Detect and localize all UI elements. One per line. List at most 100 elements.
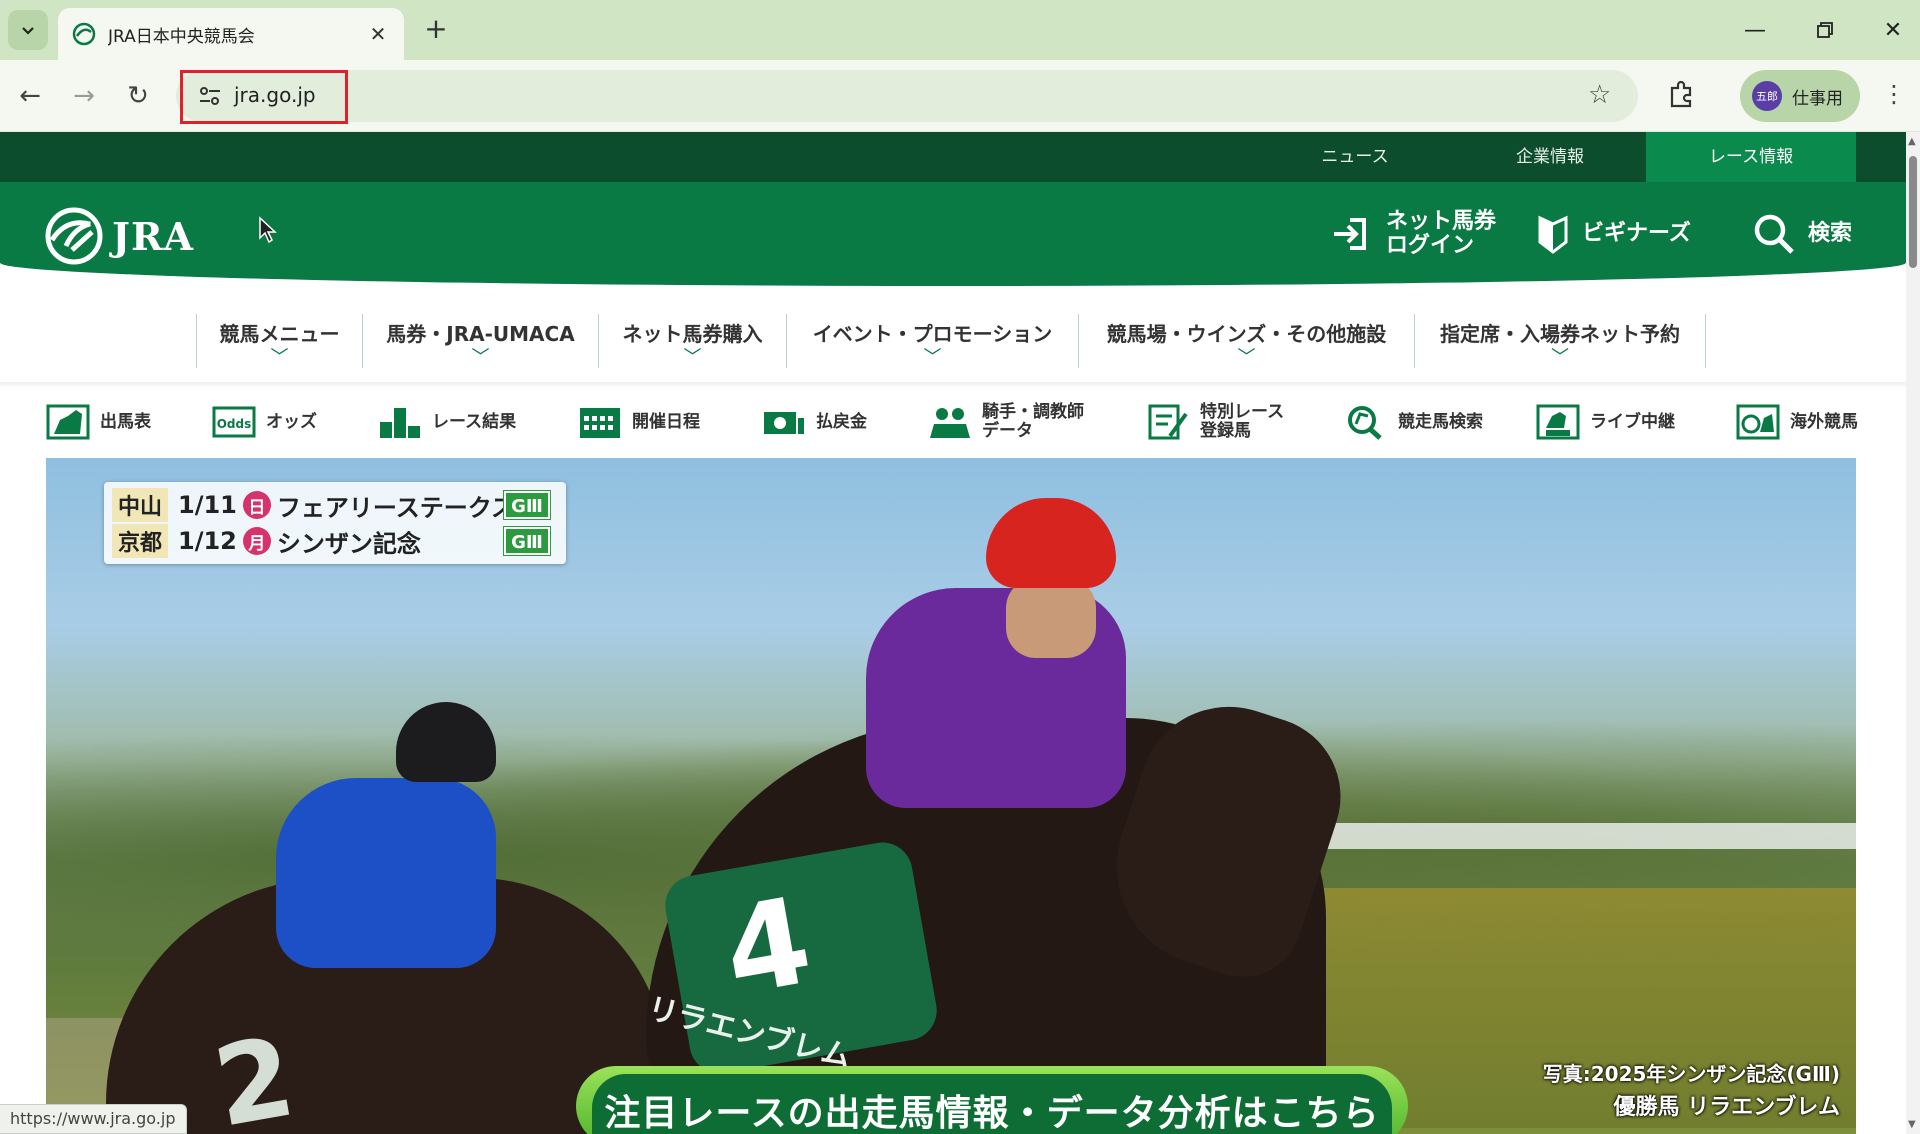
quick-nav-special-race[interactable]: 特別レース 登録馬 xyxy=(1146,400,1284,444)
logo-text: JRA xyxy=(112,213,195,259)
close-icon[interactable]: ✕ xyxy=(366,22,390,46)
login-label-line2: ログイン xyxy=(1386,233,1475,258)
special-race-icon xyxy=(1148,404,1188,440)
entries-icon xyxy=(46,404,90,440)
menu-icon[interactable]: ⋮ xyxy=(1882,80,1906,108)
web-page: ニュース 企業情報 レース情報 JRA ネット馬券 ログイン ビギナーズ 検索 … xyxy=(0,132,1906,1134)
plus-icon[interactable]: + xyxy=(420,14,452,46)
quick-nav-schedule[interactable]: 開催日程 xyxy=(578,400,700,444)
race-name: シンザン記念 xyxy=(276,529,421,558)
quick-nav-label: 海外競馬 xyxy=(1790,411,1858,432)
mega-menu-facilities[interactable]: 競馬場・ウインズ・その他施設 ﹀ xyxy=(1078,314,1414,368)
nav-race-info-link[interactable]: レース情報 xyxy=(1646,132,1856,182)
site-header: JRA ネット馬券 ログイン ビギナーズ 検索 xyxy=(0,182,1906,286)
jra-logo[interactable]: JRA xyxy=(44,206,194,266)
mega-menu-baken[interactable]: 馬券・JRA-UMACA ﹀ xyxy=(362,314,598,368)
chevron-down-icon: ﹀ xyxy=(683,347,702,368)
photo-caption: 写真:2025年シンザン記念(GⅢ) 優勝馬 リラエンブレム xyxy=(1543,1058,1840,1121)
chevron-down-icon: ﹀ xyxy=(1551,347,1569,368)
hero-background-rail xyxy=(1246,823,1856,849)
grade-badge: GⅢ xyxy=(503,526,551,556)
jra-logo-icon xyxy=(45,207,103,265)
quick-nav-results[interactable]: レース結果 xyxy=(378,400,516,444)
beginners-label: ビギナーズ xyxy=(1582,221,1691,246)
star-icon[interactable]: ☆ xyxy=(1588,80,1611,110)
profile-button[interactable]: 五郎 仕事用 xyxy=(1740,70,1860,122)
mega-menu-net-baken[interactable]: ネット馬券購入 ﹀ xyxy=(598,314,786,368)
mega-menu-reserve[interactable]: 指定席・入場券ネット予約 ﹀ xyxy=(1414,314,1706,368)
nav-news-link[interactable]: ニュース xyxy=(1300,132,1410,182)
scroll-down-icon[interactable]: ▼ xyxy=(1908,1119,1916,1130)
reload-icon[interactable]: ↻ xyxy=(120,78,156,114)
quick-nav-entries[interactable]: 出馬表 xyxy=(46,400,151,444)
quick-nav-label: 競走馬検索 xyxy=(1398,411,1483,432)
photo-caption-line2: 優勝馬 リラエンブレム xyxy=(1613,1095,1840,1120)
back-icon[interactable]: ← xyxy=(12,78,48,114)
beginners-button[interactable]: ビギナーズ xyxy=(1536,204,1691,264)
race-date: 1/12 xyxy=(178,527,237,555)
mega-menu-label: 競馬メニュー xyxy=(219,322,340,346)
race-day-badge: 月 xyxy=(242,527,271,555)
race-schedule-box: 中山 1/11 日 フェアリーステークス GⅢ 京都 1/12 月 シンザン記念… xyxy=(104,482,566,564)
address-bar[interactable] xyxy=(176,70,1638,122)
overseas-icon xyxy=(1736,404,1780,440)
quick-nav-jockey-data[interactable]: 騎手・調教師 データ xyxy=(928,400,1084,444)
quick-nav-label: オッズ xyxy=(266,411,317,432)
extensions-icon[interactable] xyxy=(1664,78,1698,112)
net-login-button[interactable]: ネット馬券 ログイン xyxy=(1330,204,1496,264)
quick-nav-payout[interactable]: 払戻金 xyxy=(762,400,867,444)
horse-search-icon xyxy=(1348,406,1382,440)
tab-search-button[interactable] xyxy=(8,10,48,50)
quick-nav-label-line1: 特別レース xyxy=(1200,402,1285,422)
quick-nav-overseas[interactable]: 海外競馬 xyxy=(1736,400,1858,444)
restore-icon[interactable] xyxy=(1800,12,1850,48)
results-icon xyxy=(380,408,420,438)
quick-nav-label-line2: 登録馬 xyxy=(1200,421,1251,441)
top-utility-nav: ニュース 企業情報 レース情報 xyxy=(0,132,1906,182)
odds-icon-text: Odds xyxy=(217,417,252,431)
quick-nav-odds[interactable]: Odds オッズ xyxy=(212,400,317,444)
beginners-icon xyxy=(1538,215,1568,254)
live-icon xyxy=(1536,404,1580,440)
race-venue: 京都 xyxy=(112,524,169,558)
hero-banner[interactable]: 2 4 リラエンブレム 中山 1/11 日 フェアリーステークス GⅢ 京都 1… xyxy=(46,458,1856,1134)
quick-nav: 出馬表 Odds オッズ レース結果 開催日程 払戻金 騎手・調教師 データ 特… xyxy=(0,390,1906,454)
login-icon xyxy=(1334,218,1366,250)
mega-menu-label: 指定席・入場券ネット予約 xyxy=(1440,322,1680,346)
search-button[interactable]: 検索 xyxy=(1752,204,1852,264)
browser-tab-active[interactable]: JRA日本中央競馬会 ✕ xyxy=(58,8,404,60)
mega-menu-keiba[interactable]: 競馬メニュー ﹀ xyxy=(196,314,362,368)
window-close-icon[interactable]: ✕ xyxy=(1868,12,1918,48)
quick-nav-label: 開催日程 xyxy=(632,411,700,432)
race-day-badge: 日 xyxy=(242,491,271,519)
race-name: フェアリーステークス xyxy=(276,493,515,522)
chevron-down-icon: ﹀ xyxy=(270,347,289,368)
grade-badge: GⅢ xyxy=(503,490,551,520)
quick-nav-label: 払戻金 xyxy=(816,411,867,432)
minimize-icon[interactable]: — xyxy=(1730,12,1780,48)
mega-menu-label: ネット馬券購入 xyxy=(622,322,763,346)
race-date: 1/11 xyxy=(178,491,237,519)
page-scrollbar[interactable]: ▲ ▼ xyxy=(1906,132,1920,1134)
mega-menu-label: 競馬場・ウインズ・その他施設 xyxy=(1106,322,1387,346)
scrollbar-thumb[interactable] xyxy=(1909,156,1917,268)
cta-inner: 注目レースの出走馬情報・データ分析はこちら xyxy=(592,1074,1392,1134)
payout-icon xyxy=(764,412,804,434)
mega-menu-event[interactable]: イベント・プロモーション ﹀ xyxy=(786,314,1078,368)
avatar: 五郎 xyxy=(1752,81,1782,111)
quick-nav-label: ライブ中継 xyxy=(1590,411,1675,432)
quick-nav-horse-search[interactable]: 競走馬検索 xyxy=(1344,400,1483,444)
quick-nav-live[interactable]: ライブ中継 xyxy=(1536,400,1675,444)
quick-nav-label: レース結果 xyxy=(432,411,517,432)
odds-icon: Odds xyxy=(212,406,256,438)
nav-corporate-link[interactable]: 企業情報 xyxy=(1490,132,1610,182)
search-icon xyxy=(1754,214,1794,254)
forward-icon[interactable]: → xyxy=(66,78,102,114)
hero-jockey-face xyxy=(1006,578,1096,658)
profile-label: 仕事用 xyxy=(1792,88,1843,109)
featured-race-cta-button[interactable]: 注目レースの出走馬情報・データ分析はこちら xyxy=(576,1066,1408,1134)
photo-caption-line1: 写真:2025年シンザン記念(GⅢ) xyxy=(1542,1062,1840,1086)
mega-menu: 競馬メニュー ﹀ 馬券・JRA-UMACA ﹀ ネット馬券購入 ﹀ イベント・プ… xyxy=(0,302,1906,384)
race-row: 中山 1/11 日 フェアリーステークス GⅢ xyxy=(112,488,558,522)
scroll-up-icon[interactable]: ▲ xyxy=(1908,136,1916,147)
